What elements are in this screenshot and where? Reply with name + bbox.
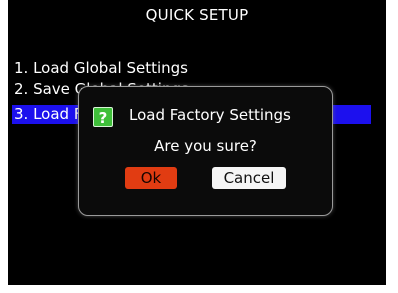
device-screen: QUICK SETUP 1. Load Global Settings 2. S… (8, 0, 386, 285)
screen-title: QUICK SETUP (145, 6, 249, 24)
menu-item-load-global-settings[interactable]: 1. Load Global Settings (14, 59, 188, 78)
question-icon: ? (93, 107, 113, 127)
dialog-title: Load Factory Settings (129, 106, 291, 124)
dialog-message: Are you sure? (154, 137, 257, 155)
confirm-dialog: ? Load Factory Settings Are you sure? Ok… (78, 86, 333, 216)
cancel-button[interactable]: Cancel (212, 167, 286, 189)
ok-button[interactable]: Ok (125, 167, 177, 189)
